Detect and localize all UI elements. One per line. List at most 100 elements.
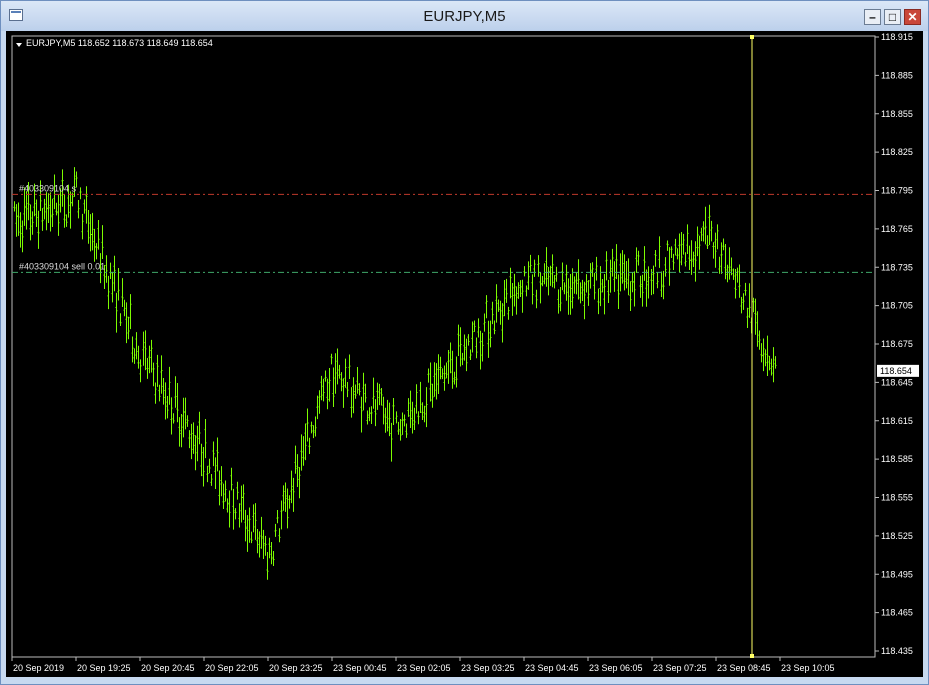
price-bar [288,495,291,509]
chart-header: EURJPY,M5 118.652 118.673 118.649 118.65… [26,38,213,48]
price-bar [529,254,532,272]
y-axis-tick-label: 118.705 [881,301,913,311]
price-bar [312,425,315,439]
price-bar [206,465,209,483]
price-bar [196,425,199,462]
y-axis-tick-label: 118.795 [881,186,913,196]
price-bar [318,390,321,414]
close-button[interactable]: ✕ [904,9,921,25]
price-bar [421,402,424,420]
price-bar [342,378,345,408]
price-bar [601,279,604,293]
price-bar [670,246,673,259]
price-bar [242,484,245,520]
order-line-label: #403309104 s [19,183,77,193]
price-bar [527,261,530,290]
price-bar [144,330,147,371]
price-bar [392,397,395,426]
price-bar [111,271,114,303]
price-bar [13,201,16,212]
y-axis-tick-label: 118.585 [881,454,913,464]
price-bar [589,263,592,289]
price-bar [409,390,412,429]
price-bar [471,321,474,353]
price-bar [593,272,596,300]
price-bar [491,301,494,325]
price-bar [664,257,667,277]
price-bar [748,283,751,318]
minimize-button[interactable]: – [864,9,881,25]
price-bar [37,210,40,249]
price-bar [571,268,574,309]
y-axis-tick-label: 118.735 [881,262,913,272]
price-bar [579,282,582,304]
price-bar [172,413,175,424]
price-bar [722,238,725,251]
price-bar [374,399,377,427]
price-bar [716,224,719,250]
price-bar [625,261,628,289]
price-bar [252,504,255,533]
price-bar [718,256,721,274]
price-bar [93,228,96,262]
price-bar [316,395,319,420]
chart-area[interactable]: 118.915 118.885 118.855 118.825 118.795 118.7… [6,31,923,677]
price-bar [595,256,598,281]
price-bar [148,345,151,374]
price-chart[interactable]: 118.915 118.885 118.855 118.825 118.795 118.7… [6,31,923,677]
price-bar [198,411,201,445]
vertical-line-handle-bottom[interactable] [750,654,754,658]
price-bar [202,446,205,487]
x-axis-tick-label: 23 Sep 10:05 [781,663,835,673]
price-bar [752,297,755,313]
y-axis-tick-label: 118.435 [881,646,913,656]
price-bar [455,356,458,388]
price-bar [463,334,466,361]
title-bar[interactable]: EURJPY,M5 – □ ✕ [1,1,928,31]
price-bar [380,387,383,406]
price-bar [770,358,773,376]
price-bar [322,378,325,402]
price-bar [577,259,580,300]
price-bar [762,338,765,372]
maximize-button[interactable]: □ [884,9,901,25]
price-bar [395,411,398,424]
price-bar [461,352,464,366]
price-bar [467,334,470,346]
y-axis-tick-label: 118.765 [881,224,913,234]
price-bar [97,219,100,250]
price-bar [314,416,317,437]
price-bar [306,408,309,442]
price-bar [29,204,32,241]
price-bar [734,268,737,299]
price-bar [290,470,293,504]
y-axis-tick-label: 118.885 [881,70,913,80]
price-bar [238,503,241,528]
price-bar [69,191,72,229]
price-bar [101,225,104,260]
price-bar [736,267,739,283]
price-bar [587,280,590,306]
x-axis-tick-label: 23 Sep 00:45 [333,663,387,673]
price-bar [756,311,759,347]
price-bar [105,255,108,283]
price-bar [497,299,500,312]
price-bar [427,368,430,383]
price-bar [234,508,237,520]
price-bar [218,470,221,506]
price-bar [109,262,112,280]
price-bar [376,382,379,410]
vertical-line-handle-top[interactable] [750,35,754,39]
triangle-down-icon[interactable] [16,43,22,47]
price-bar [362,372,365,411]
price-bar [220,466,223,497]
price-bar [658,236,661,268]
price-bar [77,200,80,219]
price-bar [489,320,492,348]
price-bar [142,331,145,366]
price-bar [125,302,128,344]
price-bar [364,383,367,403]
price-bar [258,531,261,558]
x-axis-tick-label: 20 Sep 19:25 [77,663,131,673]
price-bar [451,350,454,389]
